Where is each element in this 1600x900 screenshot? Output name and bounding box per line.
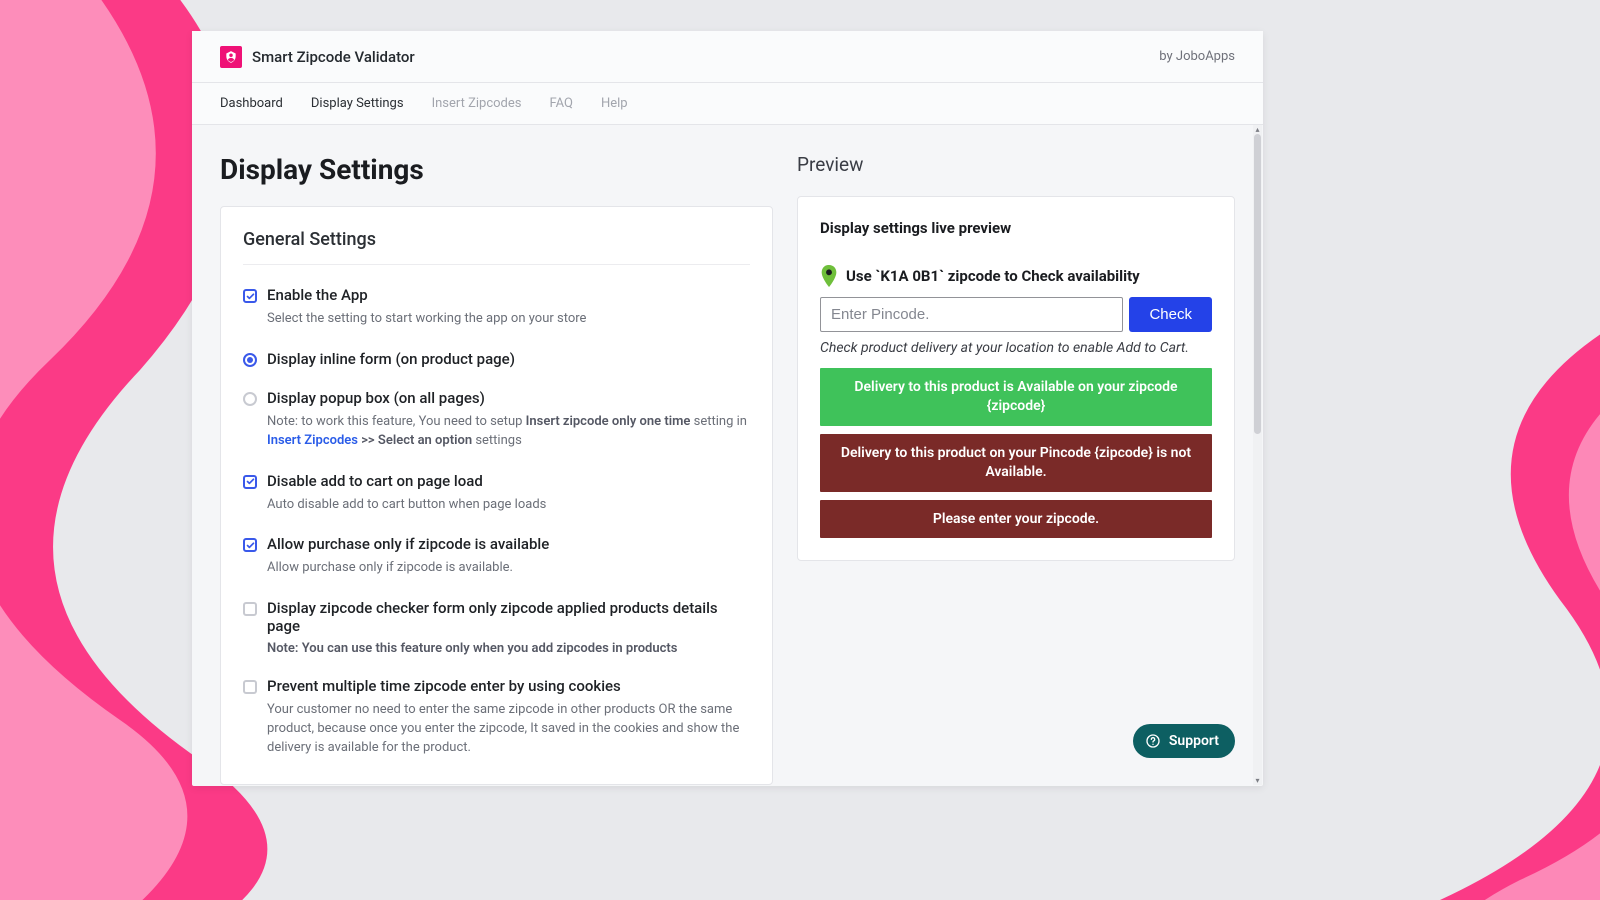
title-bar: Smart Zipcode Validator by JoboApps — [192, 31, 1263, 83]
support-label: Support — [1169, 733, 1219, 749]
setting-label: Allow purchase only if zipcode is availa… — [267, 535, 549, 553]
setting-label: Display zipcode checker form only zipcod… — [267, 599, 750, 635]
nav-display-settings[interactable]: Display Settings — [311, 96, 404, 111]
setting-enable-app: Enable the App Select the setting to sta… — [243, 287, 750, 329]
setting-help: Allow purchase only if zipcode is availa… — [267, 559, 750, 578]
checkbox-allow-purchase[interactable] — [243, 538, 257, 552]
checkbox-prevent-multiple[interactable] — [243, 680, 257, 694]
setting-label: Display popup box (on all pages) — [267, 389, 485, 407]
general-settings-card: General Settings Enable the App Select t… — [220, 206, 773, 785]
preview-title: Preview — [797, 153, 1235, 176]
page-title: Display Settings — [220, 153, 773, 186]
delivery-available-banner: Delivery to this product is Available on… — [820, 368, 1212, 426]
support-button[interactable]: Support — [1133, 724, 1235, 758]
preview-subtitle: Display settings live preview — [820, 219, 1212, 237]
check-button[interactable]: Check — [1129, 297, 1212, 332]
setting-allow-purchase: Allow purchase only if zipcode is availa… — [243, 536, 750, 578]
preview-hint: Check product delivery at your location … — [820, 340, 1212, 356]
setting-disable-add-to-cart: Disable add to cart on page load Auto di… — [243, 473, 750, 515]
app-logo-icon — [220, 46, 242, 68]
app-title: Smart Zipcode Validator — [252, 48, 415, 66]
scroll-down-arrow[interactable]: ▾ — [1253, 776, 1262, 785]
general-settings-heading: General Settings — [243, 229, 750, 265]
checkbox-disable-cart[interactable] — [243, 475, 257, 489]
app-window: Smart Zipcode Validator by JoboApps Dash… — [192, 31, 1263, 786]
nav-faq[interactable]: FAQ — [549, 96, 572, 111]
nav-help[interactable]: Help — [601, 96, 628, 111]
nav-insert-zipcodes[interactable]: Insert Zipcodes — [432, 96, 522, 111]
setting-display-inline: Display inline form (on product page) — [243, 351, 750, 368]
enter-zipcode-banner: Please enter your zipcode. — [820, 500, 1212, 539]
checkbox-restrict-products[interactable] — [243, 602, 257, 616]
main-nav: Dashboard Display Settings Insert Zipcod… — [192, 83, 1263, 125]
help-circle-icon — [1145, 733, 1161, 749]
setting-display-popup: Display popup box (on all pages) Note: t… — [243, 390, 750, 451]
map-pin-icon — [820, 265, 838, 287]
setting-label: Prevent multiple time zipcode enter by u… — [267, 677, 621, 695]
setting-label: Disable add to cart on page load — [267, 472, 483, 490]
vendor-label: by JoboApps — [1159, 49, 1235, 64]
radio-display-inline[interactable] — [243, 353, 257, 367]
zipcode-input[interactable] — [820, 297, 1123, 332]
setting-prevent-multiple: Prevent multiple time zipcode enter by u… — [243, 678, 750, 758]
scroll-up-arrow[interactable]: ▴ — [1253, 125, 1262, 134]
setting-help: Note: to work this feature, You need to … — [267, 413, 750, 451]
setting-restrict-to-applied-products: Display zipcode checker form only zipcod… — [243, 600, 750, 656]
nav-dashboard[interactable]: Dashboard — [220, 96, 283, 111]
preview-pin-message: Use `K1A 0B1` zipcode to Check availabil… — [846, 267, 1140, 285]
setting-label: Display inline form (on product page) — [267, 350, 515, 368]
scrollbar-thumb[interactable] — [1254, 134, 1261, 434]
radio-display-popup[interactable] — [243, 392, 257, 406]
setting-help: Auto disable add to cart button when pag… — [267, 496, 750, 515]
setting-help: Your customer no need to enter the same … — [267, 701, 750, 758]
insert-zipcodes-link[interactable]: Insert Zipcodes — [267, 433, 358, 448]
setting-help: Select the setting to start working the … — [267, 310, 750, 329]
preview-card: Display settings live preview Use `K1A 0… — [797, 196, 1235, 561]
setting-label: Enable the App — [267, 286, 368, 304]
checkbox-enable-app[interactable] — [243, 289, 257, 303]
vertical-scrollbar[interactable]: ▴ ▾ — [1253, 125, 1262, 785]
setting-note: Note: You can use this feature only when… — [267, 641, 750, 656]
delivery-not-available-banner: Delivery to this product on your Pincode… — [820, 434, 1212, 492]
